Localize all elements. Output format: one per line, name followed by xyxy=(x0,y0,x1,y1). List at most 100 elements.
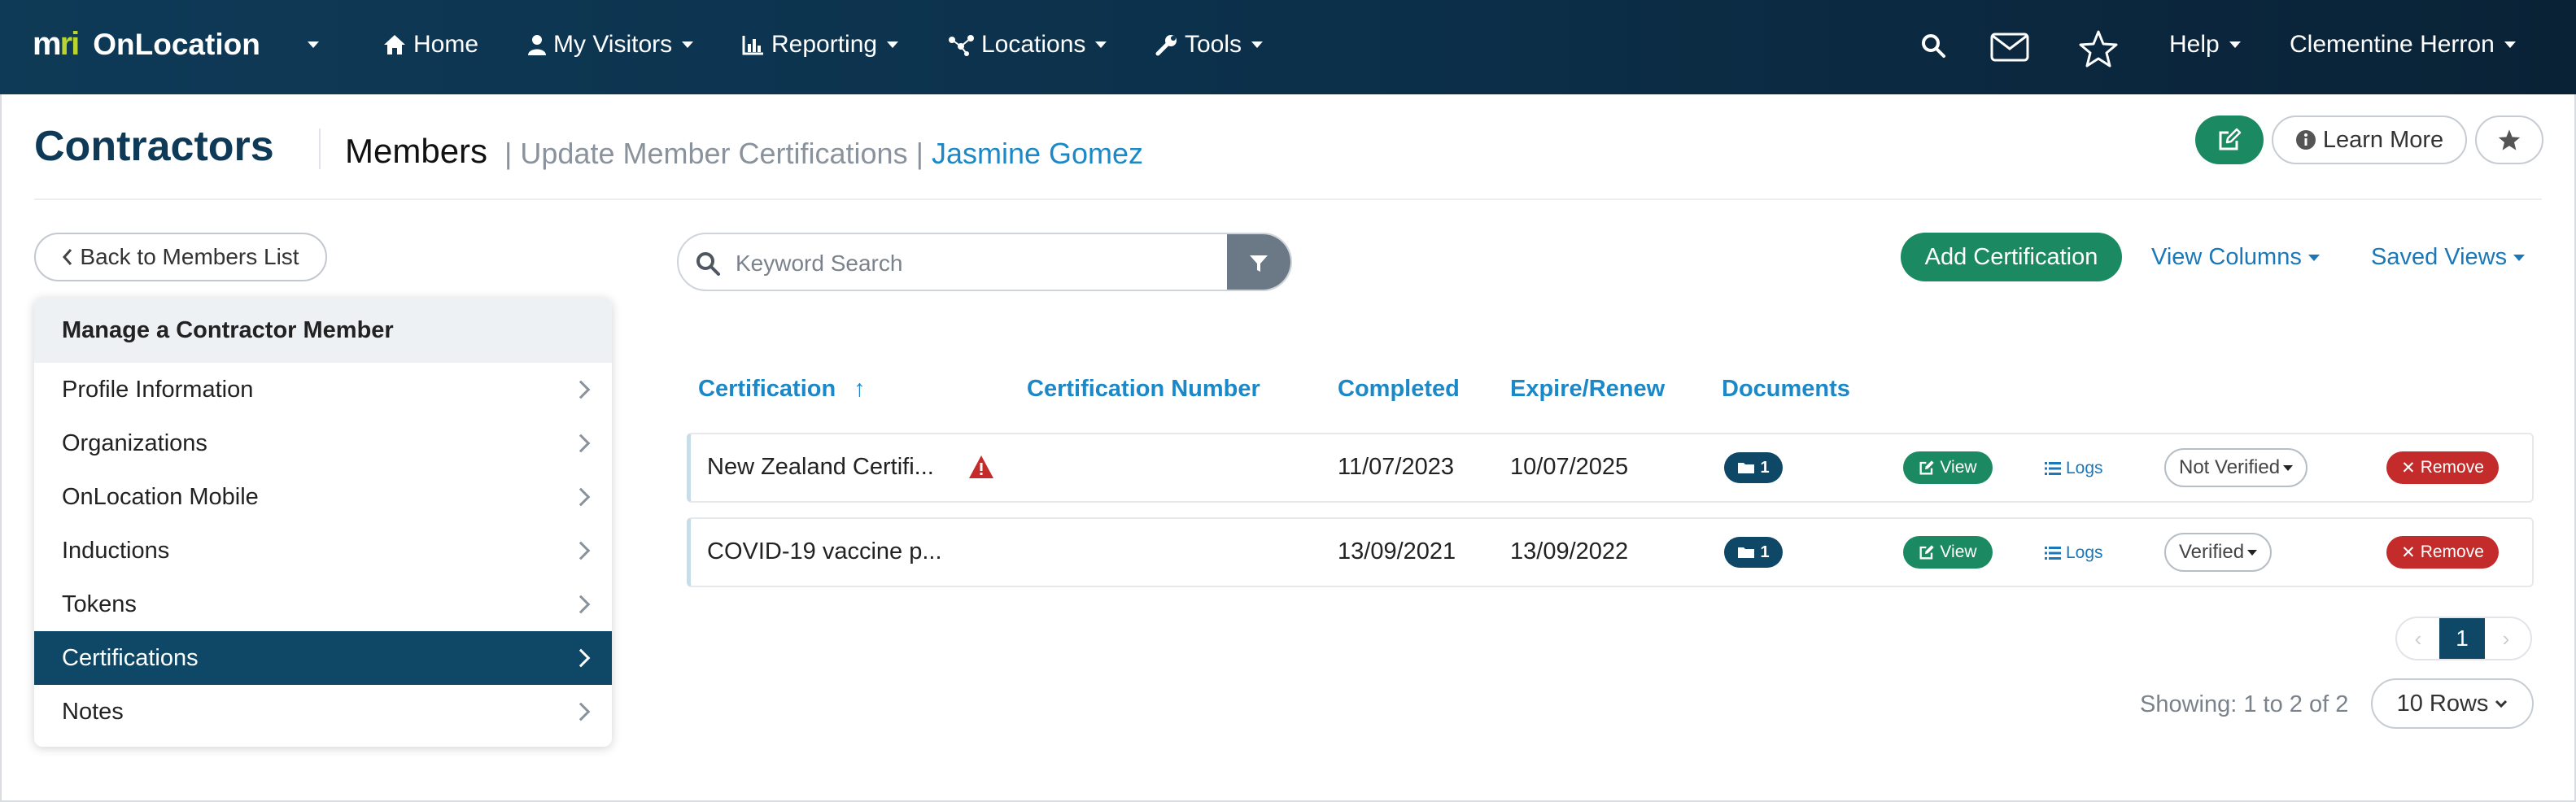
back-to-members-button[interactable]: Back to Members List xyxy=(34,233,327,281)
logs-link[interactable]: Logs xyxy=(2045,459,2103,478)
warning-icon xyxy=(969,455,993,478)
sidebar-item-label: OnLocation Mobile xyxy=(62,483,259,510)
table-row: COVID-19 vaccine p... 13/09/2021 13/09/2… xyxy=(687,517,2534,587)
breadcrumb-members[interactable]: Members xyxy=(345,132,487,171)
chevron-down-icon xyxy=(1095,41,1107,48)
chevron-down-icon xyxy=(2247,549,2258,556)
nav-reporting-label: Reporting xyxy=(771,31,878,58)
documents-count: 1 xyxy=(1760,543,1770,561)
sidebar-item-label: Tokens xyxy=(62,591,137,617)
help-menu[interactable]: Help xyxy=(2169,31,2241,59)
pagination: ‹ 1 › xyxy=(2395,617,2532,660)
view-button[interactable]: View xyxy=(1903,536,1993,569)
breadcrumb: | Update Member Certifications | Jasmine… xyxy=(504,137,1143,171)
remove-button[interactable]: ✕ Remove xyxy=(2386,536,2499,569)
learn-more-button[interactable]: Learn More xyxy=(2272,116,2467,164)
edit-icon xyxy=(1919,460,1935,475)
column-header-certification[interactable]: Certification ↑ xyxy=(698,376,866,403)
keyword-search[interactable]: Keyword Search xyxy=(677,233,1292,291)
view-columns-dropdown[interactable]: View Columns xyxy=(2151,244,2320,271)
column-header-documents[interactable]: Documents xyxy=(1722,376,1850,403)
sidebar-item-onlocation-mobile[interactable]: OnLocation Mobile xyxy=(34,470,612,524)
header-divider xyxy=(34,198,2542,200)
logs-label: Logs xyxy=(2066,543,2103,562)
edit-button[interactable] xyxy=(2195,116,2264,164)
star-icon[interactable] xyxy=(2078,29,2119,68)
view-label: View xyxy=(1940,458,1977,477)
app-switcher-caret-icon[interactable] xyxy=(307,41,319,48)
edit-icon xyxy=(2219,128,2242,150)
logs-link[interactable]: Logs xyxy=(2045,543,2103,563)
expire-date: 13/09/2022 xyxy=(1510,538,1629,564)
sidebar-item-label: Organizations xyxy=(62,429,207,456)
folder-icon xyxy=(1738,547,1755,558)
sidebar-item-label: Certifications xyxy=(62,644,199,671)
info-icon xyxy=(2295,130,2316,150)
certification-name[interactable]: COVID-19 vaccine p... xyxy=(707,538,942,565)
column-header-certification-number[interactable]: Certification Number xyxy=(1027,376,1260,403)
chevron-left-icon xyxy=(63,249,72,265)
help-label: Help xyxy=(2169,31,2220,58)
chevron-right-icon xyxy=(571,702,591,721)
remove-label: Remove xyxy=(2420,458,2484,477)
nav-my-visitors[interactable]: My Visitors xyxy=(527,31,694,59)
list-icon xyxy=(2045,462,2061,475)
user-menu[interactable]: Clementine Herron xyxy=(2290,31,2516,59)
add-certification-button[interactable]: Add Certification xyxy=(1901,233,2122,281)
person-icon xyxy=(528,35,546,55)
search-icon[interactable] xyxy=(1920,33,1946,59)
sidebar-item-label: Notes xyxy=(62,698,124,725)
sidebar-item-certifications[interactable]: Certifications xyxy=(34,631,612,685)
list-icon xyxy=(2045,547,2061,560)
nav-home[interactable]: Home xyxy=(382,31,478,59)
sidebar-item-label: Inductions xyxy=(62,537,170,564)
sidebar-item-organizations[interactable]: Organizations xyxy=(34,416,612,470)
documents-badge[interactable]: 1 xyxy=(1724,537,1783,568)
certification-name[interactable]: New Zealand Certifi... xyxy=(707,454,934,481)
chevron-down-icon xyxy=(2307,255,2320,262)
page-1-button[interactable]: 1 xyxy=(2439,618,2485,659)
brand[interactable]: mri OnLocation xyxy=(33,26,319,63)
nav-tools[interactable]: Tools xyxy=(1155,31,1264,59)
column-label: Certification xyxy=(698,376,836,402)
user-name: Clementine Herron xyxy=(2290,31,2495,58)
breadcrumb-person[interactable]: Jasmine Gomez xyxy=(932,137,1143,170)
learn-more-label: Learn More xyxy=(2322,126,2444,153)
documents-badge[interactable]: 1 xyxy=(1724,452,1783,483)
breadcrumb-subpage: Update Member Certifications xyxy=(520,137,908,170)
view-button[interactable]: View xyxy=(1903,451,1993,484)
sidebar-item-profile-information[interactable]: Profile Information xyxy=(34,363,612,416)
chevron-down-icon xyxy=(2504,41,2516,48)
search-input[interactable]: Keyword Search xyxy=(736,251,902,277)
remove-button[interactable]: ✕ Remove xyxy=(2386,451,2499,484)
status-label: Not Verified xyxy=(2179,456,2281,478)
prev-page-button[interactable]: ‹ xyxy=(2397,618,2439,659)
nav-reporting[interactable]: Reporting xyxy=(742,31,899,59)
status-label: Verified xyxy=(2179,541,2245,563)
sidebar-item-inductions[interactable]: Inductions xyxy=(34,524,612,578)
completed-date: 11/07/2023 xyxy=(1338,454,1454,480)
favorite-button[interactable] xyxy=(2475,116,2543,164)
column-header-completed[interactable]: Completed xyxy=(1338,376,1460,403)
logs-label: Logs xyxy=(2066,459,2103,477)
star-icon xyxy=(2498,129,2521,150)
verification-status-dropdown[interactable]: Verified xyxy=(2164,533,2273,572)
back-label: Back to Members List xyxy=(80,244,299,269)
view-columns-label: View Columns xyxy=(2151,244,2302,270)
home-icon xyxy=(384,35,405,54)
sidebar-item-notes[interactable]: Notes xyxy=(34,685,612,739)
mail-icon[interactable] xyxy=(1990,33,2029,62)
sidebar-item-tokens[interactable]: Tokens xyxy=(34,578,612,631)
column-header-expire-renew[interactable]: Expire/Renew xyxy=(1510,376,1665,403)
filter-button[interactable] xyxy=(1227,234,1290,290)
verification-status-dropdown[interactable]: Not Verified xyxy=(2164,448,2308,487)
chevron-down-icon xyxy=(682,41,694,48)
chevron-down-icon xyxy=(2495,700,2508,708)
saved-views-dropdown[interactable]: Saved Views xyxy=(2371,244,2526,271)
nav-home-label: Home xyxy=(413,31,479,58)
chevron-down-icon xyxy=(887,41,899,48)
next-page-button[interactable]: › xyxy=(2485,618,2527,659)
rows-per-page-dropdown[interactable]: 10 Rows xyxy=(2371,678,2534,729)
app-name: OnLocation xyxy=(93,27,260,61)
nav-locations[interactable]: Locations xyxy=(947,31,1107,59)
